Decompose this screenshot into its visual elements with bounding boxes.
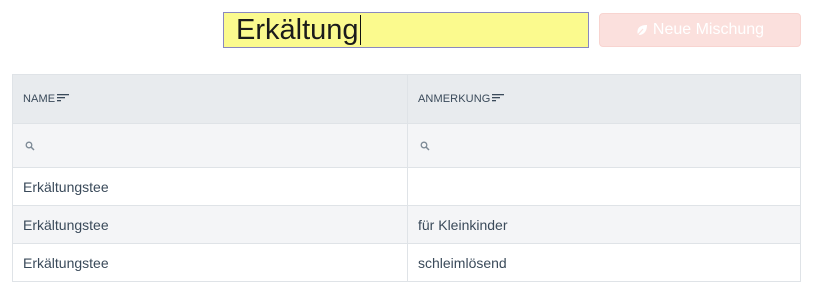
search-input-value: Erkältung bbox=[236, 14, 359, 46]
cell-name: Erkältungstee bbox=[12, 206, 407, 243]
table-filter-row bbox=[12, 124, 801, 168]
column-header-note[interactable]: ANMERKUNG bbox=[407, 75, 801, 123]
table-row[interactable]: Erkältungstee schleimlösend bbox=[12, 244, 801, 282]
cell-name: Erkältungstee bbox=[12, 244, 407, 281]
text-caret bbox=[359, 15, 361, 45]
column-header-name[interactable]: NAME bbox=[12, 75, 407, 123]
new-mix-button-label: Neue Mischung bbox=[652, 21, 765, 38]
filter-input-name[interactable] bbox=[12, 124, 407, 167]
data-table: NAME ANMERKUNG Erkältungstee Erkältungst… bbox=[12, 74, 801, 282]
column-header-label: ANMERKUNG bbox=[418, 93, 491, 105]
cell-name: Erkältungstee bbox=[12, 168, 407, 205]
leaf-icon bbox=[636, 24, 648, 36]
sort-icon[interactable] bbox=[492, 93, 505, 105]
search-input[interactable]: Erkältung bbox=[223, 12, 589, 48]
new-mix-button[interactable]: Neue Mischung bbox=[599, 13, 801, 47]
column-header-label: NAME bbox=[23, 93, 56, 105]
sort-icon[interactable] bbox=[57, 93, 70, 105]
table-header-row: NAME ANMERKUNG bbox=[12, 74, 801, 124]
search-icon bbox=[420, 138, 430, 154]
page: Erkältung Neue Mischung NAME ANMERKUNG E… bbox=[0, 0, 822, 282]
filter-input-note[interactable] bbox=[407, 124, 801, 167]
cell-note: für Kleinkinder bbox=[407, 206, 801, 243]
cell-note: schleimlösend bbox=[407, 244, 801, 281]
cell-note bbox=[407, 168, 801, 205]
table-row[interactable]: Erkältungstee für Kleinkinder bbox=[12, 206, 801, 244]
table-row[interactable]: Erkältungstee bbox=[12, 168, 801, 206]
search-icon bbox=[25, 138, 35, 154]
